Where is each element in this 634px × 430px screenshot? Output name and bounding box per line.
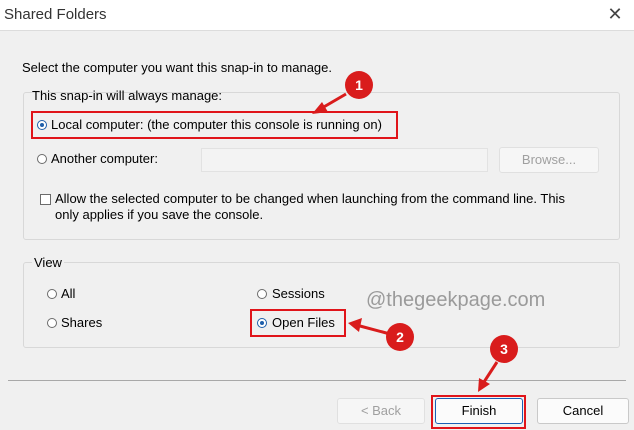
step-marker-2: 2 bbox=[386, 323, 414, 351]
close-icon[interactable]: ✕ bbox=[602, 2, 628, 26]
window-title: Shared Folders bbox=[4, 6, 107, 23]
view-shares-label[interactable]: Shares bbox=[61, 315, 102, 330]
allow-change-label-line2: only applies if you save the console. bbox=[55, 207, 264, 222]
view-shares-radio[interactable] bbox=[47, 318, 57, 328]
title-bar: Shared Folders ✕ bbox=[0, 0, 634, 30]
open-files-highlight bbox=[250, 309, 346, 337]
another-computer-input[interactable] bbox=[201, 148, 488, 172]
watermark: @thegeekpage.com bbox=[366, 289, 546, 311]
view-group-caption: View bbox=[32, 255, 64, 270]
footer-divider bbox=[8, 380, 626, 381]
step-marker-1: 1 bbox=[345, 71, 373, 99]
local-computer-highlight bbox=[31, 111, 398, 139]
allow-change-checkbox[interactable] bbox=[40, 194, 51, 205]
manage-group-caption: This snap-in will always manage: bbox=[32, 88, 223, 103]
back-button[interactable]: < Back bbox=[337, 398, 425, 424]
view-sessions-label[interactable]: Sessions bbox=[272, 286, 325, 301]
allow-change-label-line1[interactable]: Allow the selected computer to be change… bbox=[55, 191, 565, 206]
browse-button[interactable]: Browse... bbox=[499, 147, 599, 173]
finish-highlight bbox=[431, 395, 526, 429]
another-computer-label[interactable]: Another computer: bbox=[51, 151, 158, 166]
view-sessions-radio[interactable] bbox=[257, 289, 267, 299]
view-all-radio[interactable] bbox=[47, 289, 57, 299]
cancel-button[interactable]: Cancel bbox=[537, 398, 629, 424]
view-all-label[interactable]: All bbox=[61, 286, 75, 301]
another-computer-radio[interactable] bbox=[37, 154, 47, 164]
step-marker-3: 3 bbox=[490, 335, 518, 363]
instruction-text: Select the computer you want this snap-i… bbox=[22, 60, 333, 75]
